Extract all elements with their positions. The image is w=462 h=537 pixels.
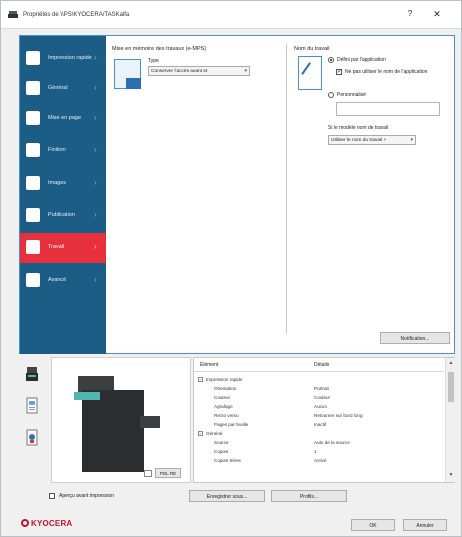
job-storage-title: Mise en mémoire des travaux (e-MPS) bbox=[112, 46, 207, 52]
publishing-icon bbox=[26, 208, 40, 222]
properties-table: Élément Détails − Impression rapide Orie… bbox=[193, 357, 455, 483]
table-row[interactable]: Orientation Portrait bbox=[194, 385, 444, 394]
sidebar-item-imaging[interactable]: Images › bbox=[20, 169, 106, 199]
layout-icon bbox=[26, 111, 40, 125]
scroll-thumb[interactable] bbox=[448, 372, 454, 402]
chevron-right-icon: › bbox=[94, 113, 97, 122]
finishing-icon bbox=[26, 143, 40, 157]
job-storage-icon bbox=[114, 59, 141, 89]
window-title: Propriétés de \\PS\KYOCERA/TASKalfa bbox=[23, 12, 130, 18]
chevron-right-icon: › bbox=[94, 83, 97, 92]
chevron-right-icon: › bbox=[94, 53, 97, 62]
chevron-down-icon: ▾ bbox=[410, 137, 413, 143]
paper-size-button[interactable]: PDL RE bbox=[155, 468, 181, 478]
sidebar-item-layout[interactable]: Mise en page › bbox=[20, 104, 106, 134]
scroll-down-icon[interactable]: ▼ bbox=[447, 472, 455, 480]
job-storage-type-label: Type bbox=[148, 58, 159, 64]
chevron-right-icon: › bbox=[94, 178, 97, 187]
page-view-icon[interactable] bbox=[24, 397, 40, 415]
sidebar-item-general[interactable]: Général › bbox=[20, 74, 106, 104]
custom-job-name-input[interactable] bbox=[336, 102, 440, 116]
table-header: Élément Détails bbox=[194, 358, 444, 372]
settings-panel: Impression rapide › Général › Mise en pa… bbox=[19, 35, 455, 354]
sidebar-item-label: Publication bbox=[48, 212, 75, 218]
view-switcher bbox=[22, 359, 44, 449]
chevron-right-icon: › bbox=[94, 275, 97, 284]
duplicate-name-label: Si le modèle nom de travail bbox=[328, 125, 389, 131]
section-divider bbox=[286, 44, 287, 334]
notification-button[interactable]: Notification... bbox=[380, 332, 450, 344]
sidebar-item-finishing[interactable]: Finition › bbox=[20, 136, 106, 166]
sidebar-item-label: Finition bbox=[48, 147, 66, 153]
print-preview-label: Aperçu avant impression bbox=[59, 493, 115, 499]
table-row[interactable]: Recto verso Retourner sur bord long bbox=[194, 412, 444, 421]
job-icon bbox=[26, 240, 40, 254]
printer-properties-dialog: Propriétés de \\PS\KYOCERA/TASKalfa ? ✕ … bbox=[0, 0, 462, 537]
column-element: Élément bbox=[200, 362, 219, 368]
duplicate-name-select[interactable]: Utiliser le nom du travail + ▾ bbox=[328, 135, 416, 145]
chevron-down-icon: ▾ bbox=[244, 68, 247, 74]
sidebar-item-publishing[interactable]: Publication › bbox=[20, 201, 106, 231]
quick-print-icon bbox=[26, 51, 40, 65]
dialog-footer: KYOCERA OK Annuler bbox=[1, 506, 461, 536]
scroll-up-icon[interactable]: ▲ bbox=[447, 360, 455, 368]
no-app-name-checkbox[interactable] bbox=[336, 68, 342, 75]
sidebar-item-advanced[interactable]: Avancé › bbox=[20, 266, 106, 296]
sidebar-item-label: Travail bbox=[48, 244, 65, 250]
table-row[interactable]: Pages par feuille Inactif bbox=[194, 421, 444, 430]
job-name-title: Nom du travail bbox=[294, 46, 330, 52]
table-row[interactable]: Copies triées Activé bbox=[194, 457, 444, 466]
sidebar-item-label: Général bbox=[48, 85, 68, 91]
printer-preview: PDL RE bbox=[51, 357, 191, 483]
job-name-app-radio[interactable] bbox=[328, 57, 334, 63]
column-details: Détails bbox=[314, 362, 330, 368]
chevron-right-icon: › bbox=[94, 242, 97, 251]
cancel-button[interactable]: Annuler bbox=[403, 519, 447, 531]
kyocera-logo: KYOCERA bbox=[21, 519, 72, 528]
sidebar-item-label: Images bbox=[48, 180, 67, 186]
collapse-icon[interactable]: − bbox=[198, 431, 203, 436]
table-row[interactable]: − Général bbox=[194, 430, 444, 439]
job-name-custom-radio[interactable] bbox=[328, 92, 334, 98]
chevron-right-icon: › bbox=[94, 145, 97, 154]
profiles-button[interactable]: Profils... bbox=[271, 490, 347, 502]
general-icon bbox=[26, 81, 40, 95]
job-storage-type-value: Conserver l'accès avant et bbox=[151, 69, 208, 74]
color-view-icon[interactable] bbox=[24, 429, 40, 447]
chevron-right-icon: › bbox=[94, 210, 97, 219]
sidebar-item-label: Mise en page bbox=[48, 115, 82, 121]
job-name-app-label: Défini par l'application bbox=[337, 57, 386, 63]
table-scrollbar[interactable]: ▲ ▼ bbox=[445, 358, 455, 482]
sidebar-item-label: Impression rapide bbox=[48, 55, 92, 61]
preview-area: PDL RE Élément Détails − Impression rapi… bbox=[19, 357, 455, 489]
sidebar-item-job[interactable]: Travail › bbox=[20, 233, 106, 263]
ok-button[interactable]: OK bbox=[351, 519, 395, 531]
save-as-button[interactable]: Enregistrer sous... bbox=[189, 490, 265, 502]
table-row[interactable]: − Impression rapide bbox=[194, 376, 444, 385]
title-bar: Propriétés de \\PS\KYOCERA/TASKalfa ? ✕ bbox=[1, 1, 461, 29]
print-preview-checkbox[interactable] bbox=[49, 493, 55, 499]
kyocera-mark-icon bbox=[21, 519, 29, 527]
table-row[interactable]: Copies 1 bbox=[194, 448, 444, 457]
table-row[interactable]: Couleur Couleur bbox=[194, 394, 444, 403]
collapse-icon[interactable]: − bbox=[198, 377, 203, 382]
job-name-custom-label: Personnalisé bbox=[337, 92, 366, 98]
printer-view-icon[interactable] bbox=[24, 365, 40, 383]
sidebar-item-quick-print[interactable]: Impression rapide › bbox=[20, 44, 106, 74]
advanced-icon bbox=[26, 273, 40, 287]
job-storage-type-select[interactable]: Conserver l'accès avant et ▾ bbox=[148, 66, 250, 76]
close-button[interactable]: ✕ bbox=[431, 9, 443, 21]
sidebar: Impression rapide › Général › Mise en pa… bbox=[20, 36, 106, 354]
help-button[interactable]: ? bbox=[404, 9, 416, 21]
table-row[interactable]: Source Auto de la source bbox=[194, 439, 444, 448]
duplicate-name-value: Utiliser le nom du travail + bbox=[331, 138, 387, 143]
printer-app-icon bbox=[8, 11, 18, 18]
job-settings-content: Mise en mémoire des travaux (e-MPS) Type… bbox=[106, 36, 454, 354]
table-row[interactable]: Agrafage Aucun bbox=[194, 403, 444, 412]
no-app-name-label: Ne pas utiliser le nom de l'application bbox=[345, 69, 428, 75]
paper-icon[interactable] bbox=[144, 470, 152, 477]
imaging-icon bbox=[26, 176, 40, 190]
document-pen-icon bbox=[298, 56, 322, 90]
sidebar-item-label: Avancé bbox=[48, 277, 67, 283]
